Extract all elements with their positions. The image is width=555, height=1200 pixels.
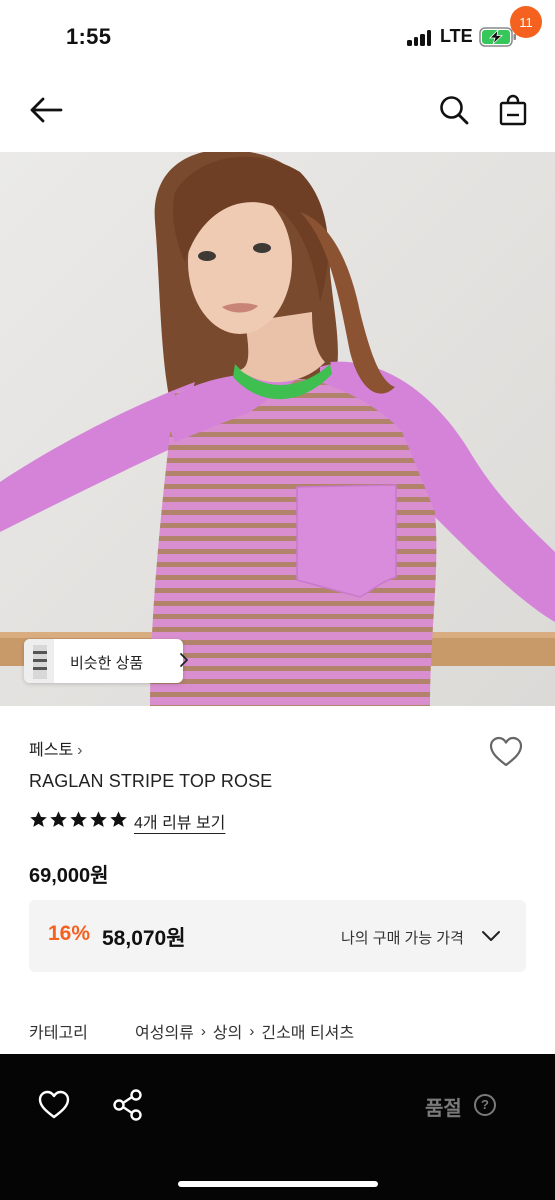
- review-link[interactable]: 4개 리뷰 보기: [134, 809, 225, 833]
- chevron-right-icon: ›: [200, 1022, 206, 1040]
- help-icon[interactable]: ?: [474, 1094, 496, 1116]
- category-item[interactable]: 상의: [213, 1019, 242, 1043]
- sold-out-status: 품절: [425, 1098, 462, 1120]
- star-icon: [30, 811, 47, 827]
- star-icon: [110, 811, 127, 827]
- back-arrow-icon: [30, 97, 63, 123]
- original-price: 69,000원: [29, 865, 109, 887]
- app-header: [0, 70, 555, 152]
- product-photo: [0, 152, 555, 706]
- discount-price-box[interactable]: 16% 58,070원 나의 구매 가능 가격: [29, 900, 526, 972]
- wishlist-button[interactable]: [488, 734, 524, 770]
- discount-note: 나의 구매 가능 가격: [341, 930, 464, 947]
- status-bar: 1:55 LTE: [0, 0, 555, 70]
- similar-item-thumbnail: [24, 639, 54, 683]
- brand-link[interactable]: 페스토 ›: [29, 736, 83, 760]
- home-indicator: [178, 1181, 378, 1187]
- chevron-down-icon: [482, 931, 500, 941]
- category-item[interactable]: 긴소매 티셔츠: [261, 1019, 354, 1043]
- cart-icon: [499, 94, 527, 126]
- like-button[interactable]: [36, 1087, 72, 1123]
- network-label: LTE: [440, 26, 473, 46]
- signal-icon: [407, 30, 433, 46]
- discount-rate: 16%: [48, 922, 91, 945]
- product-image[interactable]: [0, 152, 555, 706]
- share-icon: [113, 1089, 142, 1121]
- similar-items-button[interactable]: 비슷한 상품: [24, 639, 188, 683]
- status-time: 1:55: [66, 24, 112, 49]
- category-breadcrumb: 여성의류 › 상의 › 긴소매 티셔츠: [135, 1019, 354, 1043]
- category-label: 카테고리: [29, 1025, 88, 1042]
- chevron-right-icon: ›: [249, 1022, 255, 1040]
- bottom-action-bar: 품절 ?: [0, 1054, 555, 1200]
- heart-icon: [38, 1090, 70, 1119]
- category-item[interactable]: 여성의류: [135, 1019, 194, 1043]
- search-button[interactable]: [434, 90, 474, 130]
- chevron-right-icon: ›: [77, 742, 83, 759]
- cart-button[interactable]: [493, 90, 533, 130]
- star-icon: [70, 811, 87, 827]
- chevron-right-icon: [180, 653, 188, 667]
- search-icon: [440, 96, 469, 125]
- heart-icon: [489, 736, 523, 767]
- rating-stars: [29, 810, 129, 830]
- star-icon: [50, 811, 67, 827]
- star-icon: [90, 811, 107, 827]
- brand-name: 페스토: [29, 742, 74, 759]
- discount-price: 58,070원: [102, 927, 186, 950]
- similar-items-label: 비슷한 상품: [70, 655, 144, 672]
- product-name: RAGLAN STRIPE TOP ROSE: [29, 771, 273, 791]
- back-button[interactable]: [26, 90, 66, 130]
- share-button[interactable]: [110, 1087, 146, 1123]
- cart-count-badge: 11: [510, 6, 542, 38]
